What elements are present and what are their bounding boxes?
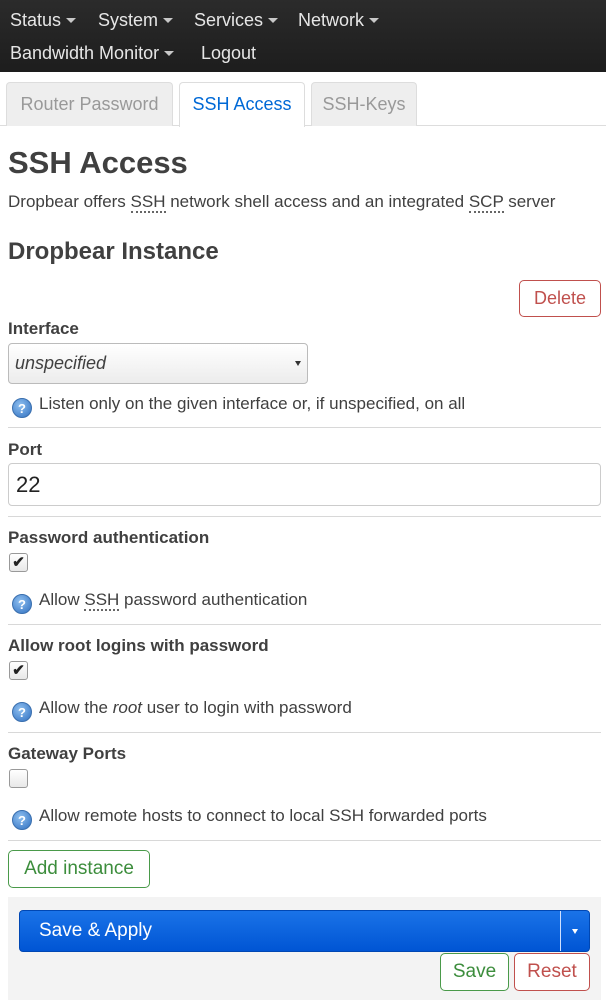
tab-ssh-keys[interactable]: SSH-Keys <box>311 82 417 126</box>
divider <box>8 732 601 733</box>
nav-logout-label: Logout <box>201 43 257 63</box>
abbr-scp: SCP <box>468 192 504 213</box>
caret-down-icon <box>268 17 279 23</box>
desc-text: network shell access and an integrated <box>165 192 469 211</box>
interface-help: ? Listen only on the given interface or, … <box>12 394 465 418</box>
save-button[interactable]: Save <box>440 953 509 991</box>
caret-down-icon <box>66 17 77 23</box>
password-auth-label: Password authentication <box>8 528 210 547</box>
gateway-ports-label: Gateway Ports <box>8 744 127 763</box>
port-label: Port <box>8 440 42 459</box>
tab-ssh-access[interactable]: SSH Access <box>179 82 305 127</box>
password-auth-checkbox[interactable]: ✔ <box>9 553 28 572</box>
help-text: Allow <box>39 590 85 609</box>
nav-status-label: Status <box>10 10 62 30</box>
nav-status[interactable]: Status <box>10 9 77 31</box>
tab-bar: Router Password SSH Access SSH-Keys <box>0 72 606 127</box>
help-icon: ? <box>12 702 32 722</box>
caret-down-icon <box>163 17 174 23</box>
nav-system[interactable]: System <box>98 9 174 31</box>
page-title: SSH Access <box>8 145 188 180</box>
interface-select[interactable]: unspecified <box>8 343 308 384</box>
nav-system-label: System <box>98 10 159 30</box>
tab-label: Router Password <box>20 94 159 114</box>
tab-router-password[interactable]: Router Password <box>6 82 173 126</box>
caret-down-icon <box>369 17 380 23</box>
checkmark-icon: ✔ <box>12 662 25 679</box>
help-text: password authentication <box>119 590 308 609</box>
dropdown-arrow-icon[interactable] <box>572 929 578 934</box>
help-text: Allow the <box>39 698 113 717</box>
reset-button[interactable]: Reset <box>514 953 590 991</box>
gateway-ports-help: ? Allow remote hosts to connect to local … <box>12 806 487 830</box>
gateway-ports-checkbox[interactable] <box>9 769 28 788</box>
divider <box>8 516 601 517</box>
abbr-ssh: SSH <box>130 192 166 213</box>
port-input[interactable]: 22 <box>8 463 601 506</box>
save-apply-button[interactable]: Save & Apply <box>19 910 590 952</box>
root-login-label: Allow root logins with password <box>8 636 269 655</box>
save-apply-label: Save & Apply <box>39 920 153 941</box>
nav-network-label: Network <box>298 10 365 30</box>
help-text: user to login with password <box>142 698 352 717</box>
tab-label: SSH-Keys <box>322 94 406 114</box>
nav-bandwidth-monitor-label: Bandwidth Monitor <box>10 43 160 63</box>
help-icon: ? <box>12 398 32 418</box>
help-icon: ? <box>12 594 32 614</box>
interface-label: Interface <box>8 319 79 338</box>
divider <box>8 624 601 625</box>
checkmark-icon: ✔ <box>12 554 25 571</box>
nav-services-label: Services <box>194 10 264 30</box>
root-login-checkbox[interactable]: ✔ <box>9 661 28 680</box>
root-emphasis: root <box>112 698 142 717</box>
interface-select-value: unspecified <box>15 353 107 373</box>
interface-help-text: Listen only on the given interface or, i… <box>39 394 466 413</box>
section-title: Dropbear Instance <box>8 238 219 265</box>
nav-logout[interactable]: Logout <box>201 42 256 64</box>
desc-text: Dropbear offers <box>8 192 131 211</box>
root-login-help: ? Allow the root user to login with passw… <box>12 698 352 722</box>
nav-services[interactable]: Services <box>194 9 279 31</box>
desc-text: server <box>503 192 556 211</box>
gateway-ports-help-text: Allow remote hosts to connect to local S… <box>39 806 487 825</box>
divider <box>8 427 601 428</box>
tab-label: SSH Access <box>192 94 292 114</box>
delete-button[interactable]: Delete <box>519 280 601 317</box>
abbr-ssh: SSH <box>84 590 120 611</box>
divider <box>8 840 601 841</box>
split-divider <box>560 911 561 951</box>
nav-network[interactable]: Network <box>298 9 380 31</box>
dropdown-arrow-icon <box>295 361 301 366</box>
page-description: Dropbear offers SSH network shell access… <box>8 192 556 213</box>
add-instance-button[interactable]: Add instance <box>8 850 150 888</box>
caret-down-icon <box>164 50 175 56</box>
nav-bandwidth-monitor[interactable]: Bandwidth Monitor <box>10 42 175 64</box>
top-navbar: Status System Services Network Bandwidth… <box>0 0 606 72</box>
help-icon: ? <box>12 810 32 830</box>
password-auth-help: ? Allow SSH password authentication <box>12 590 307 614</box>
